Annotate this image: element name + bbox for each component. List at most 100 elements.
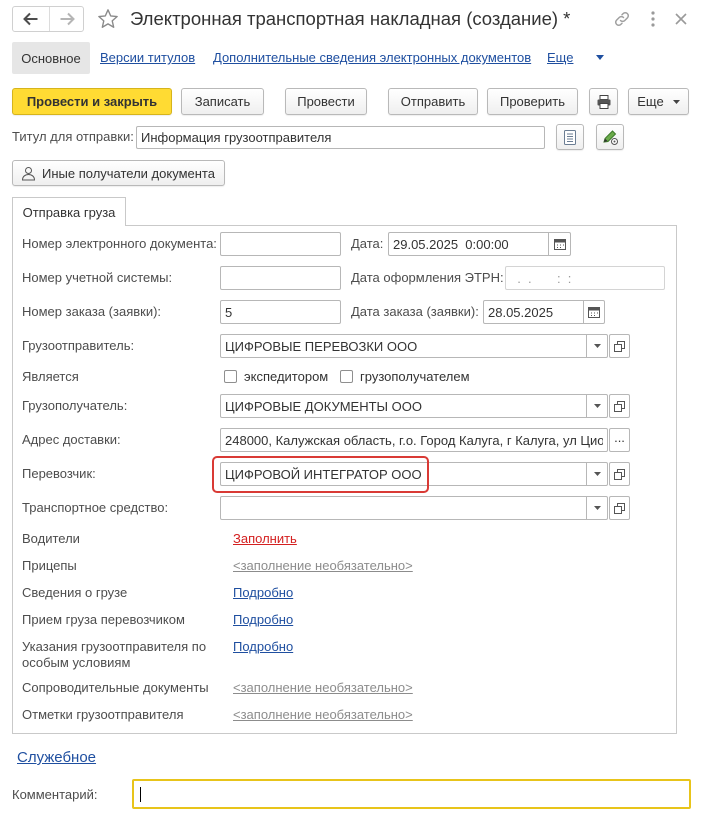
toolbar-more-button[interactable]: Еще	[628, 88, 689, 115]
consignee-checkbox[interactable]	[340, 370, 353, 383]
tab-shipment-label: Отправка груза	[22, 204, 116, 220]
other-recipients-button[interactable]: Иные получатели документа	[12, 160, 225, 186]
delivery-address-select-button[interactable]: ...	[609, 428, 630, 452]
cargo-acceptance-label: Прием груза перевозчиком	[22, 612, 185, 627]
cargo-info-label: Сведения о грузе	[22, 585, 128, 600]
carrier-field[interactable]	[220, 462, 587, 486]
form-menu-button[interactable]	[644, 9, 662, 29]
shipper-label: Грузоотправитель:	[22, 338, 135, 353]
forwarder-checkbox[interactable]	[224, 370, 237, 383]
cargo-info-link[interactable]: Подробно	[233, 585, 293, 601]
trailers-label: Прицепы	[22, 558, 77, 573]
link-icon	[614, 11, 630, 27]
comment-label: Комментарий:	[12, 787, 98, 802]
chevron-down-icon	[672, 99, 680, 104]
tabs-more-link[interactable]: Еще	[547, 50, 581, 66]
accompanying-docs-label: Сопроводительные документы	[22, 680, 209, 695]
vehicle-open-button[interactable]	[609, 496, 630, 520]
forwarder-checkbox-label[interactable]: экспедитором	[244, 369, 328, 385]
carrier-open-button[interactable]	[609, 462, 630, 486]
electronic-doc-number-field[interactable]	[220, 232, 341, 256]
open-window-icon	[614, 400, 625, 412]
open-window-icon	[614, 468, 625, 480]
form-title: Электронная транспортная накладная (созд…	[130, 8, 571, 29]
title-edit-button[interactable]	[596, 124, 624, 150]
tab-main[interactable]: Основное	[12, 42, 90, 74]
service-group-link[interactable]: Служебное	[17, 749, 96, 767]
etrn-date-label: Дата оформления ЭТРН:	[351, 270, 504, 285]
open-window-icon	[614, 340, 625, 352]
shipper-notes-link[interactable]: <заполнение необязательно>	[233, 707, 413, 723]
close-button[interactable]	[672, 10, 690, 28]
shipper-open-button[interactable]	[609, 334, 630, 358]
check-button[interactable]: Проверить	[487, 88, 578, 115]
close-icon	[675, 13, 687, 25]
tab-additional-info[interactable]: Дополнительные сведения электронных доку…	[213, 50, 531, 66]
chevron-down-icon	[593, 344, 601, 348]
trailers-link[interactable]: <заполнение необязательно>	[233, 558, 413, 574]
electronic-doc-number-label: Номер электронного документа:	[22, 236, 217, 251]
drivers-label: Водители	[22, 531, 80, 546]
send-label: Отправить	[400, 94, 466, 109]
text-cursor	[140, 787, 141, 802]
print-button[interactable]	[589, 88, 618, 115]
title-for-sending-field[interactable]	[136, 126, 545, 149]
consignee-checkbox-label[interactable]: грузополучателем	[360, 369, 470, 385]
favorite-button[interactable]	[96, 7, 120, 31]
arrow-left-icon	[23, 12, 38, 26]
order-number-field[interactable]	[220, 300, 341, 324]
consignee-dropdown-button[interactable]	[586, 394, 608, 418]
calendar-icon	[553, 239, 566, 250]
save-label: Записать	[194, 94, 251, 109]
post-label: Провести	[297, 94, 355, 109]
order-date-calendar-button[interactable]	[583, 300, 605, 324]
carrier-dropdown-button[interactable]	[586, 462, 608, 486]
tab-main-label: Основное	[21, 50, 81, 66]
open-window-icon	[614, 502, 625, 514]
consignee-label: Грузополучатель:	[22, 398, 128, 413]
order-date-field[interactable]	[483, 300, 584, 324]
vehicle-label: Транспортное средство:	[22, 500, 169, 515]
calendar-icon	[588, 307, 600, 318]
check-label: Проверить	[499, 94, 565, 109]
drivers-fill-link[interactable]: Заполнить	[233, 531, 297, 547]
date-calendar-button[interactable]	[548, 232, 571, 256]
consignee-open-button[interactable]	[609, 394, 630, 418]
arrow-right-icon	[60, 12, 75, 26]
forward-button[interactable]	[49, 7, 83, 31]
title-list-button[interactable]	[556, 124, 584, 150]
consignee-field[interactable]	[220, 394, 587, 418]
title-for-sending-label: Титул для отправки:	[12, 129, 134, 144]
etrn-date-field[interactable]	[505, 266, 665, 290]
chevron-down-icon	[593, 506, 601, 510]
date-field[interactable]	[388, 232, 549, 256]
accounting-system-number-label: Номер учетной системы:	[22, 270, 173, 285]
accompanying-docs-link[interactable]: <заполнение необязательно>	[233, 680, 413, 696]
special-conditions-label: Указания грузоотправителя по особым усло…	[22, 639, 207, 670]
chevron-down-icon	[593, 472, 601, 476]
printer-icon	[597, 94, 610, 109]
vehicle-dropdown-button[interactable]	[586, 496, 608, 520]
post-button[interactable]: Провести	[285, 88, 367, 115]
send-button[interactable]: Отправить	[388, 88, 478, 115]
comment-field[interactable]	[132, 779, 691, 809]
accounting-system-number-field[interactable]	[220, 266, 341, 290]
post-and-close-button[interactable]: Провести и закрыть	[12, 88, 172, 115]
cargo-acceptance-link[interactable]: Подробно	[233, 612, 293, 628]
star-icon	[98, 9, 118, 28]
shipper-field[interactable]	[220, 334, 587, 358]
role-label: Является	[22, 369, 79, 384]
toolbar-more-label: Еще	[637, 94, 664, 109]
more-vertical-icon	[651, 11, 655, 27]
shipper-dropdown-button[interactable]	[586, 334, 608, 358]
copy-link-button[interactable]	[612, 9, 632, 29]
delivery-address-label: Адрес доставки:	[22, 432, 121, 447]
save-button[interactable]: Записать	[181, 88, 264, 115]
tabs-more-arrow[interactable]	[596, 55, 604, 60]
tab-title-versions[interactable]: Версии титулов	[100, 50, 195, 66]
delivery-address-field[interactable]	[220, 428, 608, 452]
tab-shipment[interactable]: Отправка груза	[12, 197, 126, 226]
special-conditions-link[interactable]: Подробно	[233, 639, 293, 655]
back-button[interactable]	[13, 7, 49, 31]
vehicle-field[interactable]	[220, 496, 587, 520]
